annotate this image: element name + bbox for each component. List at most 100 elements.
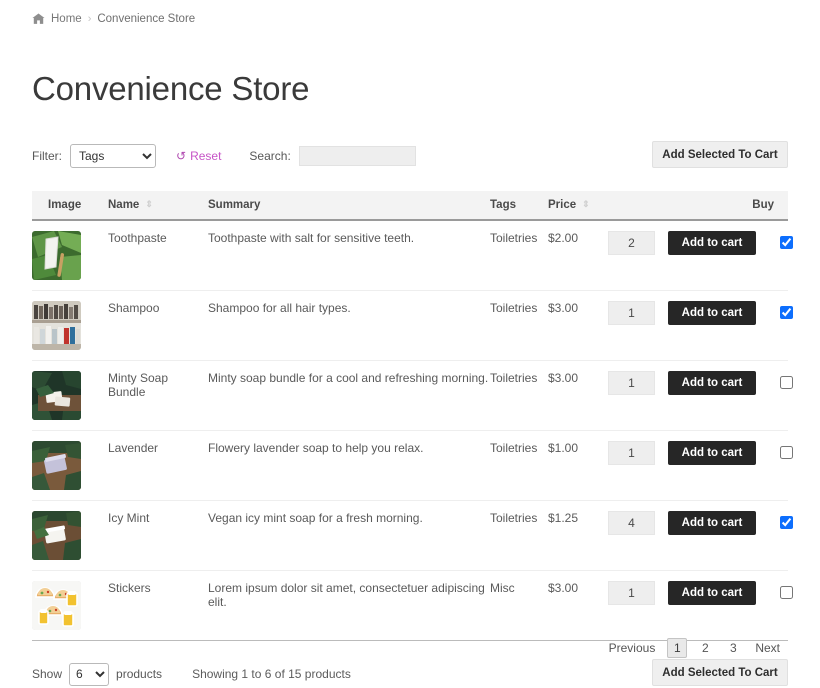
buy-controls: Add to cart xyxy=(668,231,793,255)
product-name-cell: Shampoo xyxy=(108,291,208,361)
product-buy-cell: Add to cart xyxy=(668,571,788,641)
product-tags-cell: Toiletries xyxy=(490,431,548,501)
product-buy-cell: Add to cart xyxy=(668,431,788,501)
breadcrumb-separator: › xyxy=(88,13,92,25)
product-name-cell: Lavender xyxy=(108,431,208,501)
product-price-cell: $3.00 xyxy=(548,571,608,641)
product-tags-cell: Toiletries xyxy=(490,361,548,431)
table-row: LavenderFlowery lavender soap to help yo… xyxy=(32,431,788,501)
product-image-cell xyxy=(32,571,108,641)
pagination-next[interactable]: Next xyxy=(747,638,788,658)
add-selected-to-cart-button-top[interactable]: Add Selected To Cart xyxy=(652,141,788,168)
product-thumbnail-1 xyxy=(32,231,81,280)
filter-label: Filter: xyxy=(32,149,62,163)
breadcrumb: Home › Convenience Store xyxy=(0,0,820,28)
select-product-checkbox[interactable] xyxy=(780,516,793,529)
add-to-cart-button[interactable]: Add to cart xyxy=(668,231,756,255)
product-price-cell: $1.00 xyxy=(548,431,608,501)
products-table-head: Image Name⇕ Summary Tags Price⇕ Buy xyxy=(32,191,788,220)
product-tags-cell: Misc xyxy=(490,571,548,641)
table-row: Minty Soap BundleMinty soap bundle for a… xyxy=(32,361,788,431)
table-row: ToothpasteToothpaste with salt for sensi… xyxy=(32,220,788,291)
product-price-cell: $2.00 xyxy=(548,220,608,291)
filter-select[interactable]: Tags xyxy=(70,144,156,168)
pagination-page-3[interactable]: 3 xyxy=(723,638,743,658)
product-image-cell xyxy=(32,220,108,291)
select-product-checkbox[interactable] xyxy=(780,376,793,389)
quantity-input[interactable] xyxy=(608,231,655,255)
quantity-input[interactable] xyxy=(608,581,655,605)
product-name-cell: Stickers xyxy=(108,571,208,641)
add-selected-to-cart-button-bottom[interactable]: Add Selected To Cart xyxy=(652,659,788,686)
product-quantity-cell xyxy=(608,571,668,641)
product-quantity-cell xyxy=(608,501,668,571)
reset-label: Reset xyxy=(190,149,221,163)
select-product-checkbox[interactable] xyxy=(780,236,793,249)
product-quantity-cell xyxy=(608,361,668,431)
buy-controls: Add to cart xyxy=(668,371,793,395)
table-footer: Show 6 products Showing 1 to 6 of 15 pro… xyxy=(32,659,788,688)
store-page: Home › Convenience Store Convenience Sto… xyxy=(0,0,820,688)
product-tags-cell: Toiletries xyxy=(490,220,548,291)
product-buy-cell: Add to cart xyxy=(668,361,788,431)
search-label: Search: xyxy=(249,149,290,163)
column-header-quantity xyxy=(608,191,668,220)
sort-icon-name: ⇕ xyxy=(145,200,152,209)
reset-filter-link[interactable]: ↺ Reset xyxy=(176,149,221,163)
breadcrumb-home-link[interactable]: Home xyxy=(51,13,82,25)
product-buy-cell: Add to cart xyxy=(668,501,788,571)
table-row: ShampooShampoo for all hair types.Toilet… xyxy=(32,291,788,361)
pagination-previous[interactable]: Previous xyxy=(601,638,664,658)
table-row: StickersLorem ipsum dolor sit amet, cons… xyxy=(32,571,788,641)
add-to-cart-button[interactable]: Add to cart xyxy=(668,301,756,325)
product-quantity-cell xyxy=(608,291,668,361)
products-table-body: ToothpasteToothpaste with salt for sensi… xyxy=(32,220,788,641)
select-product-checkbox[interactable] xyxy=(780,306,793,319)
add-to-cart-button[interactable]: Add to cart xyxy=(668,581,756,605)
table-header-row: Image Name⇕ Summary Tags Price⇕ Buy xyxy=(32,191,788,220)
home-icon xyxy=(32,13,45,25)
quantity-input[interactable] xyxy=(608,511,655,535)
page-size-select[interactable]: 6 xyxy=(69,663,109,686)
quantity-input[interactable] xyxy=(608,441,655,465)
column-header-summary: Summary xyxy=(208,191,490,220)
product-image-cell xyxy=(32,361,108,431)
product-name-cell: Toothpaste xyxy=(108,220,208,291)
column-header-tags: Tags xyxy=(490,191,548,220)
product-summary-cell: Minty soap bundle for a cool and refresh… xyxy=(208,361,490,431)
add-to-cart-button[interactable]: Add to cart xyxy=(668,371,756,395)
column-header-name[interactable]: Name⇕ xyxy=(108,191,208,220)
pagination-page-2[interactable]: 2 xyxy=(695,638,715,658)
show-label: Show xyxy=(32,667,62,681)
table-toolbar: Filter: Tags ↺ Reset Search: Add Selecte… xyxy=(32,141,788,171)
product-name-cell: Icy Mint xyxy=(108,501,208,571)
product-quantity-cell xyxy=(608,431,668,501)
product-thumbnail-3 xyxy=(32,371,81,420)
pagination-page-1[interactable]: 1 xyxy=(667,638,687,658)
product-price-cell: $3.00 xyxy=(548,361,608,431)
buy-controls: Add to cart xyxy=(668,301,793,325)
product-image-cell xyxy=(32,501,108,571)
buy-controls: Add to cart xyxy=(668,441,793,465)
column-header-price[interactable]: Price⇕ xyxy=(548,191,608,220)
product-thumbnail-2 xyxy=(32,301,81,350)
quantity-input[interactable] xyxy=(608,371,655,395)
column-header-buy: Buy xyxy=(668,191,788,220)
add-to-cart-button[interactable]: Add to cart xyxy=(668,441,756,465)
quantity-input[interactable] xyxy=(608,301,655,325)
breadcrumb-current: Convenience Store xyxy=(97,13,195,25)
table-row: Icy MintVegan icy mint soap for a fresh … xyxy=(32,501,788,571)
product-price-cell: $3.00 xyxy=(548,291,608,361)
products-table: Image Name⇕ Summary Tags Price⇕ Buy Toot… xyxy=(32,191,788,641)
product-tags-cell: Toiletries xyxy=(490,501,548,571)
select-product-checkbox[interactable] xyxy=(780,586,793,599)
column-header-image: Image xyxy=(32,191,108,220)
page-title: Convenience Store xyxy=(32,72,820,105)
search-input[interactable] xyxy=(299,146,416,166)
product-buy-cell: Add to cart xyxy=(668,220,788,291)
showing-info: Showing 1 to 6 of 15 products xyxy=(192,667,351,681)
select-product-checkbox[interactable] xyxy=(780,446,793,459)
sort-icon-price: ⇕ xyxy=(582,200,589,209)
add-to-cart-button[interactable]: Add to cart xyxy=(668,511,756,535)
reset-icon: ↺ xyxy=(176,150,186,162)
